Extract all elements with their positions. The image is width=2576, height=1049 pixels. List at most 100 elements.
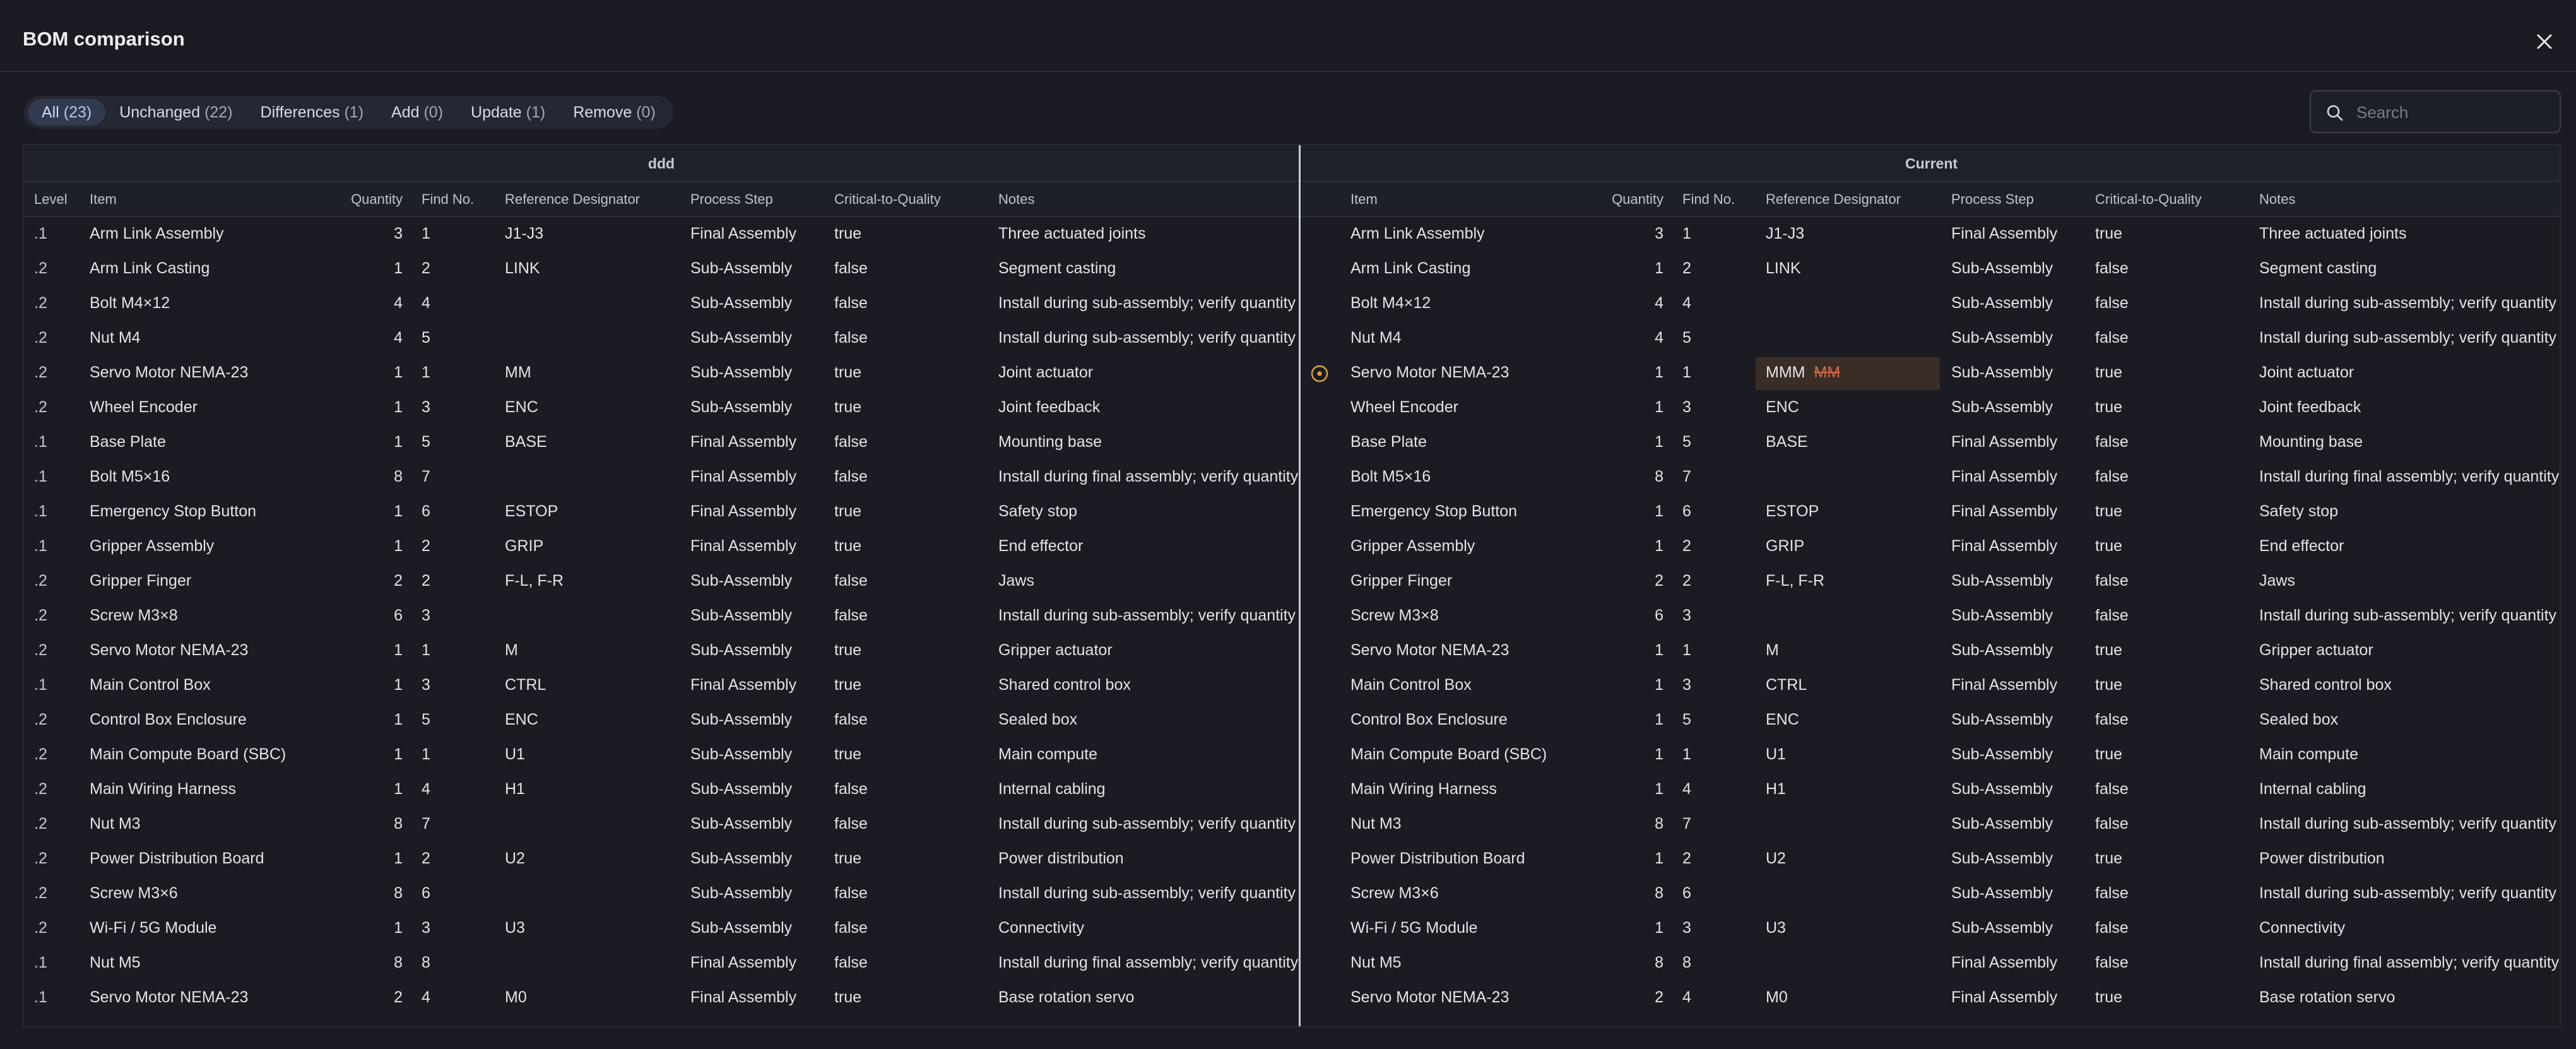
filter-tabs: All (23) Unchanged (22) Differences (1) Add… bbox=[24, 96, 673, 129]
left-cell-ctq: false bbox=[834, 954, 868, 971]
table-row[interactable]: .2 Servo Motor NEMA-23 1 1 M Sub-Assembly true… bbox=[24, 634, 2560, 668]
dialog-title: BOM comparison bbox=[23, 28, 185, 50]
left-cell-find: 3 bbox=[422, 676, 430, 694]
left-cell-item: Bolt M4×12 bbox=[90, 294, 170, 312]
left-cell-ctq: true bbox=[834, 988, 862, 1006]
table-row[interactable]: .1 Base Plate 1 5 BASE Final Assembly false Mou… bbox=[24, 425, 2560, 460]
table-row[interactable]: .2 Arm Link Casting 1 2 LINK Sub-Assembly fals… bbox=[24, 252, 2560, 287]
left-cell-ctq: true bbox=[834, 641, 862, 659]
left-cell-ref: CTRL bbox=[505, 676, 547, 694]
tab-all[interactable]: All (23) bbox=[28, 99, 106, 126]
right-column-header-ctq[interactable]: Critical-to-Quality bbox=[2095, 182, 2259, 217]
left-cell-find: 5 bbox=[422, 433, 430, 451]
table-row[interactable]: .2 Wi-Fi / 5G Module 1 3 U3 Sub-Assembly false… bbox=[24, 911, 2560, 946]
right-cell-notes: Connectivity bbox=[2259, 919, 2346, 937]
right-cell-item: Nut M4 bbox=[1350, 329, 1402, 347]
left-cell-notes: Install during sub-assembly; verify quan… bbox=[998, 329, 1296, 347]
right-cell-item: Base Plate bbox=[1350, 433, 1427, 451]
left-cell-ctq: false bbox=[834, 780, 868, 798]
table-row[interactable]: .1 Main Control Box 1 3 CTRL Final Assembly tr… bbox=[24, 668, 2560, 703]
right-cell-item: Servo Motor NEMA-23 bbox=[1350, 988, 1510, 1006]
left-cell-ctq: true bbox=[834, 225, 862, 242]
left-cell-item: Gripper Finger bbox=[90, 572, 192, 590]
table-row[interactable]: .2 Main Compute Board (SBC) 1 1 U1 Sub-Assemb… bbox=[24, 738, 2560, 773]
table-row[interactable]: .2 Screw M3×6 8 6 Sub-Assembly false Install d… bbox=[24, 877, 2560, 911]
table-row[interactable]: .1 Servo Motor NEMA-23 2 4 M0 Final Assembly t… bbox=[24, 981, 2560, 1016]
table-row[interactable]: .2 Main Wiring Harness 1 4 H1 Sub-Assembly fal… bbox=[24, 773, 2560, 807]
left-cell-item: Servo Motor NEMA-23 bbox=[90, 641, 249, 659]
right-column-header-step[interactable]: Process Step bbox=[1951, 182, 2096, 217]
right-cell-qty: 1 bbox=[1655, 259, 1663, 277]
bom-comparison-table: ddd Current Level Item Quantity Find No. Ref… bbox=[23, 144, 2561, 1028]
search-input[interactable] bbox=[2355, 92, 2553, 133]
tab-count: (1) bbox=[344, 104, 364, 121]
left-column-header-level[interactable]: Level bbox=[34, 182, 81, 217]
left-column-header-find-no[interactable]: Find No. bbox=[422, 182, 497, 217]
left-cell-notes: Install during sub-assembly; verify quan… bbox=[998, 294, 1296, 312]
table-row[interactable]: .2 Bolt M4×12 4 4 Sub-Assembly false Install d… bbox=[24, 287, 2560, 321]
table-row[interactable]: .2 Gripper Finger 2 2 F-L, F-R Sub-Assembly fa… bbox=[24, 564, 2560, 599]
right-cell-find: 7 bbox=[1682, 815, 1691, 833]
tab-add[interactable]: Add (0) bbox=[377, 99, 457, 126]
left-cell-qty: 2 bbox=[394, 572, 403, 590]
left-column-header-quantity[interactable]: Quantity bbox=[327, 182, 403, 217]
left-cell-find: 2 bbox=[422, 850, 430, 867]
left-cell-ref bbox=[505, 460, 694, 495]
right-cell-step: Sub-Assembly bbox=[1951, 641, 2053, 659]
right-cell-notes: Safety stop bbox=[2259, 502, 2339, 520]
right-column-header-quantity[interactable]: Quantity bbox=[1588, 182, 1663, 217]
right-cell-ctq: false bbox=[2095, 259, 2129, 277]
left-cell-find: 4 bbox=[422, 780, 430, 798]
table-row[interactable]: .2 Nut M3 8 7 Sub-Assembly false Install durin… bbox=[24, 807, 2560, 842]
left-cell-ctq: true bbox=[834, 398, 862, 416]
table-row[interactable]: .1 Arm Link Assembly 3 1 J1-J3 Final Assembly… bbox=[24, 217, 2560, 252]
left-cell-level: .2 bbox=[34, 711, 47, 728]
right-cell-qty: 1 bbox=[1655, 502, 1663, 520]
right-column-header-notes[interactable]: Notes bbox=[2259, 182, 2560, 217]
table-row[interactable]: .2 Control Box Enclosure 1 5 ENC Sub-Assembly… bbox=[24, 703, 2560, 738]
right-cell-step: Final Assembly bbox=[1951, 225, 2058, 242]
table-row[interactable]: .1 Nut M5 8 8 Final Assembly false Install dur… bbox=[24, 946, 2560, 981]
right-column-header-find-no[interactable]: Find No. bbox=[1682, 182, 1758, 217]
table-row[interactable]: .1 Gripper Assembly 1 2 GRIP Final Assembly tr… bbox=[24, 530, 2560, 564]
left-column-header-item[interactable]: Item bbox=[90, 182, 329, 217]
left-cell-ctq: false bbox=[834, 884, 868, 902]
table-row[interactable]: .2 Power Distribution Board 1 2 U2 Sub-Assemb… bbox=[24, 842, 2560, 877]
table-row[interactable]: .2 Servo Motor NEMA-23 1 1 MM Sub-Assembly tru… bbox=[24, 356, 2560, 391]
right-cell-ref: U1 bbox=[1766, 745, 1786, 763]
left-column-header-ctq[interactable]: Critical-to-Quality bbox=[834, 182, 998, 217]
left-cell-item: Base Plate bbox=[90, 433, 166, 451]
close-icon bbox=[2537, 34, 2552, 49]
table-row[interactable]: .2 Screw M3×8 6 3 Sub-Assembly false Install d… bbox=[24, 599, 2560, 634]
right-cell-item: Arm Link Casting bbox=[1350, 259, 1471, 277]
right-cell-find: 1 bbox=[1682, 641, 1691, 659]
left-cell-step: Final Assembly bbox=[690, 676, 797, 694]
right-column-header-ref[interactable]: Reference Designator bbox=[1766, 182, 1955, 217]
left-cell-level: .2 bbox=[34, 364, 47, 381]
right-column-header-item[interactable]: Item bbox=[1350, 182, 1590, 217]
left-cell-level: .2 bbox=[34, 607, 47, 624]
tab-remove[interactable]: Remove (0) bbox=[559, 99, 670, 126]
table-row[interactable]: .1 Bolt M5×16 8 7 Final Assembly false Install… bbox=[24, 460, 2560, 495]
tab-update[interactable]: Update (1) bbox=[457, 99, 559, 126]
left-cell-ref: MM bbox=[505, 364, 531, 381]
left-column-header-step[interactable]: Process Step bbox=[690, 182, 836, 217]
right-cell-notes: Install during sub-assembly; verify quan… bbox=[2259, 815, 2557, 833]
right-cell-ref: ESTOP bbox=[1766, 502, 1819, 520]
left-column-header-notes[interactable]: Notes bbox=[998, 182, 1299, 217]
search-box[interactable] bbox=[2310, 90, 2561, 133]
tab-label: All bbox=[42, 104, 59, 121]
table-row[interactable]: .2 Wheel Encoder 1 3 ENC Sub-Assembly true Join… bbox=[24, 391, 2560, 425]
left-cell-step: Final Assembly bbox=[690, 537, 797, 555]
left-cell-ctq: false bbox=[834, 433, 868, 451]
left-cell-level: .2 bbox=[34, 259, 47, 277]
right-cell-qty: 8 bbox=[1655, 954, 1663, 971]
tab-differences[interactable]: Differences (1) bbox=[247, 99, 378, 126]
table-row[interactable]: .1 Emergency Stop Button 1 6 ESTOP Final Asse… bbox=[24, 495, 2560, 530]
table-row[interactable]: .2 Nut M4 4 5 Sub-Assembly false Install durin… bbox=[24, 321, 2560, 356]
left-cell-find: 1 bbox=[422, 745, 430, 763]
left-cell-qty: 1 bbox=[394, 711, 403, 728]
left-column-header-ref[interactable]: Reference Designator bbox=[505, 182, 694, 217]
close-button[interactable] bbox=[2531, 28, 2558, 56]
tab-unchanged[interactable]: Unchanged (22) bbox=[105, 99, 246, 126]
